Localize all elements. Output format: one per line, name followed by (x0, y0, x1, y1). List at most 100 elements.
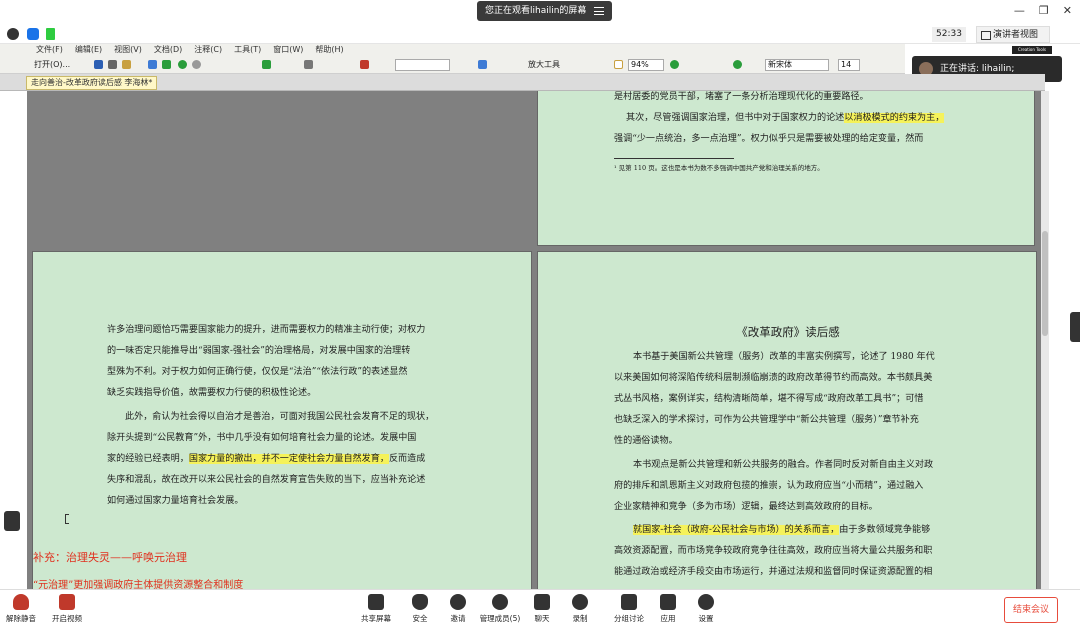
scroll-thumb[interactable] (1042, 231, 1048, 336)
footnote-divider (614, 158, 734, 159)
presenter-view-button[interactable]: 演讲者视图 (976, 26, 1050, 43)
text-line: 性的通俗读物。 (614, 436, 678, 446)
invite-icon (450, 594, 466, 610)
record-icon (572, 594, 588, 610)
search-input[interactable] (395, 59, 450, 71)
snapshot-icon[interactable] (478, 60, 487, 69)
hand-icon[interactable] (148, 60, 157, 69)
page-fit-icon[interactable] (614, 60, 623, 69)
rotate-icon[interactable] (262, 60, 271, 69)
window-controls: — ❐ ✕ (1014, 4, 1072, 17)
print-icon[interactable] (108, 60, 117, 69)
app-menubar: 文件(F) 编辑(E) 视图(V) 文档(D) 注释(C) 工具(T) 窗口(W… (0, 44, 905, 56)
side-panel-toggle[interactable] (1070, 312, 1080, 342)
restore-icon[interactable]: ❐ (1039, 4, 1049, 17)
info-icon[interactable] (7, 28, 19, 40)
red-heading: 补充：治理失灵——呼唤元治理 (33, 551, 187, 564)
end-meeting-button[interactable]: 结束会议 (1004, 597, 1058, 623)
meeting-window: 您正在观看lihailin的屏幕 — ❐ ✕ 52:33 演讲者视图 文件(F)… (0, 0, 1080, 629)
document-tab-bar: 走向善治-改革政府读后感 李海林* (0, 74, 1045, 91)
breakout-rooms-button[interactable]: 分组讨论 (610, 594, 648, 624)
save-icon[interactable] (94, 60, 103, 69)
highlighted-text: 国家力量的撤出，并不一定使社会力量自然发育， (188, 454, 389, 464)
app-toolbar: 打开(O)... 放大工具 94% 新宋体 14 (0, 56, 905, 74)
settings-button[interactable]: 设置 (687, 594, 725, 624)
back-icon[interactable] (178, 60, 187, 69)
menu-item-tools[interactable]: 工具(T) (234, 44, 261, 56)
tooltip: Creation Tools (1012, 46, 1052, 54)
unmute-button[interactable]: 解除静音 (2, 594, 40, 624)
menu-item-help[interactable]: 帮助(H) (315, 44, 343, 56)
page-right: 《改革政府》读后感 本书基于美国新公共管理（服务）改革的丰富实例撰写，论述了 1… (537, 251, 1037, 589)
font-size-select[interactable]: 14 (838, 59, 860, 71)
text-line: 此外，俞认为社会得以自治才是善治，可面对我国公民社会发育不足的现状， (125, 412, 435, 422)
text-cursor (65, 514, 69, 524)
minimize-icon[interactable]: — (1014, 4, 1025, 17)
text-line: 是村居委的党员干部，堵塞了一条分析治理现代化的重要路径。 (614, 92, 869, 102)
meeting-status-row: 52:33 演讲者视图 (0, 24, 1080, 44)
link-icon[interactable] (360, 60, 369, 69)
text-line: 高效资源配置，而市场竞争较政府竞争往往高效，政府应当将大量公共服务和职 (614, 546, 933, 556)
text-line: 强调“少一点统治，多一点治理”。权力似乎只是需要被处理的给定变量，然而 (614, 134, 924, 144)
copy-icon[interactable] (304, 60, 313, 69)
text-line: 缺乏实践指导价值，故需要权力行使的积极性论述。 (107, 388, 317, 398)
highlighted-text: 以消极模式的约束为主， (844, 113, 945, 123)
screen-share-banner[interactable]: 您正在观看lihailin的屏幕 (477, 1, 613, 21)
invite-button[interactable]: 邀请 (439, 594, 477, 624)
text-line: 如何通过国家力量培育社会发展。 (107, 496, 244, 506)
text-line: 许多治理问题恰巧需要国家能力的提升，进而需要权力的精准主动行使；对权力 (107, 325, 426, 335)
share-screen-button[interactable]: 共享屏幕 (357, 594, 395, 624)
meeting-control-bar: 解除静音 开启视频 共享屏幕 安全 邀请 管理成员(5) 聊天 录制 分组讨论 … (0, 589, 1080, 629)
menu-item-view[interactable]: 视图(V) (114, 44, 142, 56)
text-line: 企业家精神和竞争（多为市场）逻辑，最终达到高效政府的目标。 (614, 502, 878, 512)
share-screen-icon (368, 594, 384, 610)
text-line: 本书观点是新公共管理和新公共服务的融合。作者同时反对新自由主义对政 (633, 460, 934, 470)
vertical-scrollbar[interactable] (1041, 91, 1049, 589)
zoom-in-icon[interactable] (670, 60, 679, 69)
menu-icon[interactable] (594, 7, 605, 15)
menu-item-edit[interactable]: 编辑(E) (75, 44, 102, 56)
apps-button[interactable]: 应用 (649, 594, 687, 624)
zoom-level-select[interactable]: 94% (628, 59, 664, 71)
list-icon[interactable] (4, 511, 20, 531)
breakout-icon (621, 594, 637, 610)
red-subheading: “元治理”更加强调政府主体提供资源整合和制度 (33, 580, 244, 589)
document-workspace[interactable]: 是村居委的党员干部，堵塞了一条分析治理现代化的重要路径。 其次，尽管强调国家治理… (27, 91, 1045, 589)
zoom-tool-button[interactable]: 放大工具 (528, 58, 560, 72)
text-line: 的一味否定只能推导出“弱国家-强社会”的治理格局，对发展中国家的治理转 (107, 346, 411, 356)
text-line: 以来美国如何将深陷传统科层制濒临崩溃的政府改革得节约而高效。本书颇具美 (614, 373, 933, 383)
chat-icon (534, 594, 550, 610)
top-banner: 您正在观看lihailin的屏幕 — ❐ ✕ (0, 0, 1080, 24)
select-icon[interactable] (162, 60, 171, 69)
forward-icon[interactable] (192, 60, 201, 69)
share-banner-text: 您正在观看lihailin的屏幕 (485, 6, 587, 16)
start-video-button[interactable]: 开启视频 (48, 594, 86, 624)
color-icon[interactable] (733, 60, 742, 69)
footnote: ¹ 见第 110 页。这也是本书为数不多强调中国共产党和治理关系的地方。 (614, 164, 824, 172)
shield-icon (412, 594, 428, 610)
text-line: 式丛书风格，案例详实，结构清晰简单，堪不得写成“政府改革工具书”；可惜 (614, 394, 924, 404)
apps-icon (660, 594, 676, 610)
tab-document[interactable]: 走向善治-改革政府读后感 李海林* (26, 76, 158, 90)
security-button[interactable]: 安全 (401, 594, 439, 624)
text-line: 型殊为不利。对于权力如何正确行使，仅仅是“法治”“依法行政”的表述显然 (107, 367, 408, 377)
record-button[interactable]: 录制 (561, 594, 599, 624)
menu-item-comment[interactable]: 注释(C) (194, 44, 222, 56)
text-line: 能通过政治或经济手段交由市场运行，并通过法规和监督同时保证资源配置的相 (614, 567, 933, 577)
font-name-select[interactable]: 新宋体 (765, 59, 829, 71)
manage-participants-button[interactable]: 管理成员(5) (475, 594, 525, 624)
close-icon[interactable]: ✕ (1063, 4, 1072, 17)
menu-item-window[interactable]: 窗口(W) (273, 44, 303, 56)
menu-item-file[interactable]: 文件(F) (36, 44, 63, 56)
text-line: 家的经验已经表明，国家力量的撤出，并不一定使社会力量自然发育，反而造成 (107, 454, 426, 464)
chat-button[interactable]: 聊天 (523, 594, 561, 624)
shield-icon[interactable] (27, 28, 39, 40)
open-button[interactable]: 打开(O)... (34, 58, 70, 72)
page-title: 《改革政府》读后感 (736, 325, 840, 339)
participants-icon (492, 594, 508, 610)
highlighted-text: 就国家-社会（政府-公民社会与市场）的关系而言， (633, 525, 840, 535)
page-top-right: 是村居委的党员干部，堵塞了一条分析治理现代化的重要路径。 其次，尽管强调国家治理… (537, 91, 1035, 246)
menu-item-document[interactable]: 文档(D) (154, 44, 182, 56)
folder-icon[interactable] (122, 60, 131, 69)
gear-icon (698, 594, 714, 610)
